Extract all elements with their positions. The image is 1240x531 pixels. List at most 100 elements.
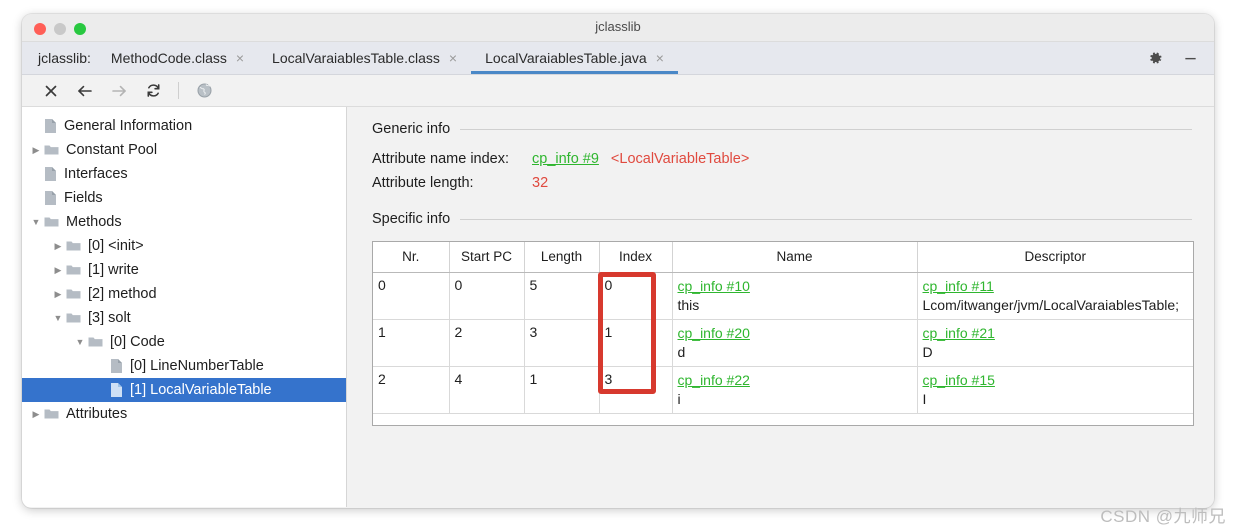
- cell-length: 1: [524, 366, 600, 414]
- gear-icon[interactable]: [1148, 51, 1163, 66]
- column-header-index[interactable]: Index: [599, 242, 673, 273]
- tree-item-interfaces[interactable]: Interfaces: [22, 162, 346, 186]
- tree-item-1-localvariabletable[interactable]: [1] LocalVariableTable: [22, 378, 346, 402]
- chevron-down-icon[interactable]: ▼: [28, 217, 44, 227]
- tree-item-0-init[interactable]: ▶ [0] <init>: [22, 234, 346, 258]
- cell-length: 5: [524, 272, 600, 320]
- cell-descriptor: cp_info #15 I: [917, 366, 1193, 414]
- generic-info-heading: Generic info: [372, 121, 1192, 137]
- cell-descriptor-link[interactable]: cp_info #15: [923, 371, 1190, 390]
- toolbar-divider: [178, 82, 179, 99]
- tree-item-0-code[interactable]: ▼ [0] Code: [22, 330, 346, 354]
- table-row[interactable]: 2 4 1 3 cp_info #22 i cp_info #15 I: [373, 366, 1193, 414]
- chevron-right-icon[interactable]: ▶: [50, 265, 66, 275]
- minimize-icon[interactable]: [1183, 51, 1198, 66]
- tree-item-label: [0] <init>: [88, 238, 144, 254]
- tree-item-constant-pool[interactable]: ▶ Constant Pool: [22, 138, 346, 162]
- chevron-right-icon[interactable]: ▶: [28, 409, 44, 419]
- class-structure-tree[interactable]: General Information ▶ Constant Pool Interfa…: [22, 107, 347, 507]
- local-variable-table: Nr. Start PC Length Index Name Descripto…: [373, 242, 1193, 414]
- cell-descriptor-value: I: [922, 390, 927, 407]
- cell-index: 1: [599, 319, 673, 367]
- tree-item-1-write[interactable]: ▶ [1] write: [22, 258, 346, 282]
- tree-item-label: Constant Pool: [66, 142, 158, 158]
- table-row[interactable]: 0 0 5 0 cp_info #10 this cp_info #11 Lcom/itwan…: [373, 272, 1193, 320]
- close-icon[interactable]: ×: [449, 51, 457, 65]
- navigation-toolbar: [22, 75, 1214, 107]
- local-variable-table-container[interactable]: Nr. Start PC Length Index Name Descripto…: [372, 241, 1194, 426]
- folder-icon: [66, 310, 81, 326]
- heading-rule: [460, 218, 1192, 220]
- cell-name-link[interactable]: cp_info #20: [678, 324, 913, 343]
- reload-icon[interactable]: [138, 78, 168, 104]
- tree-item-2-method[interactable]: ▶ [2] method: [22, 282, 346, 306]
- cell-name: cp_info #22 i: [672, 366, 918, 414]
- column-header-nr[interactable]: Nr.: [373, 242, 450, 273]
- cell-nr: 2: [373, 366, 450, 414]
- close-icon[interactable]: [36, 78, 66, 104]
- tree-item-3-solt[interactable]: ▼ [3] solt: [22, 306, 346, 330]
- cell-name-value: i: [677, 390, 681, 407]
- app-window: jclasslib jclasslib: MethodCode.class × …: [22, 14, 1214, 508]
- cell-descriptor: cp_info #11 Lcom/itwanger/jvm/LocalVaraia…: [917, 272, 1193, 320]
- column-header-name[interactable]: Name: [672, 242, 918, 273]
- folder-icon: [44, 406, 59, 422]
- table-header-row: Nr. Start PC Length Index Name Descripto…: [373, 242, 1193, 273]
- tab-localvaraiablestable-java[interactable]: LocalVaraiablesTable.java ×: [471, 42, 678, 74]
- cell-descriptor-value: D: [922, 343, 933, 360]
- attribute-name-index-annotation: <LocalVariableTable>: [610, 151, 750, 167]
- tree-item-fields[interactable]: Fields: [22, 186, 346, 210]
- cell-name-value: d: [677, 343, 686, 360]
- file-icon: [44, 166, 57, 182]
- attribute-name-index-row: Attribute name index: cp_info #9 <LocalV…: [372, 151, 1192, 175]
- cell-nr: 0: [373, 272, 450, 320]
- table-body: 0 0 5 0 cp_info #10 this cp_info #11 Lcom/itwan…: [373, 272, 1193, 414]
- cell-nr: 1: [373, 319, 450, 367]
- chevron-right-icon[interactable]: ▶: [50, 241, 66, 251]
- tree-item-attributes[interactable]: ▶ Attributes: [22, 402, 346, 426]
- chevron-right-icon[interactable]: ▶: [50, 289, 66, 299]
- cell-name-value: this: [677, 296, 700, 313]
- chevron-right-icon[interactable]: ▶: [28, 145, 44, 155]
- column-header-descriptor[interactable]: Descriptor: [917, 242, 1193, 273]
- forward-arrow-icon[interactable]: [104, 78, 134, 104]
- attribute-length-row: Attribute length: 32: [372, 175, 1192, 199]
- tree-item-label: [1] LocalVariableTable: [130, 382, 272, 398]
- cell-descriptor-link[interactable]: cp_info #11: [923, 277, 1190, 296]
- chevron-down-icon[interactable]: ▼: [72, 337, 88, 347]
- close-icon[interactable]: ×: [656, 51, 664, 65]
- tree-item-label: [0] LineNumberTable: [130, 358, 264, 374]
- column-header-start-pc[interactable]: Start PC: [449, 242, 525, 273]
- file-icon: [110, 382, 123, 398]
- chevron-down-icon[interactable]: ▼: [50, 313, 66, 323]
- tab-methodcode-class[interactable]: MethodCode.class ×: [97, 42, 258, 74]
- attribute-name-index-link[interactable]: cp_info #9: [532, 151, 599, 167]
- cell-start-pc: 2: [449, 319, 525, 367]
- folder-icon: [44, 214, 59, 230]
- cell-name-link[interactable]: cp_info #10: [678, 277, 913, 296]
- tree-item-methods[interactable]: ▼ Methods: [22, 210, 346, 234]
- tree-item-general-information[interactable]: General Information: [22, 114, 346, 138]
- file-icon: [44, 190, 57, 206]
- folder-icon: [66, 286, 81, 302]
- back-arrow-icon[interactable]: [70, 78, 100, 104]
- attribute-length-value: 32: [532, 175, 549, 191]
- tree-item-0-linenumbertable[interactable]: [0] LineNumberTable: [22, 354, 346, 378]
- cell-index: 3: [599, 366, 673, 414]
- table-row[interactable]: 1 2 3 1 cp_info #20 d cp_info #21 D: [373, 319, 1193, 367]
- browse-globe-icon[interactable]: [189, 78, 219, 104]
- column-header-length[interactable]: Length: [524, 242, 600, 273]
- tab-label: LocalVaraiablesTable.class: [272, 50, 440, 66]
- tree-item-label: [0] Code: [110, 334, 165, 350]
- cell-name-link[interactable]: cp_info #22: [678, 371, 913, 390]
- tab-localvaraiablestable-class[interactable]: LocalVaraiablesTable.class ×: [258, 42, 471, 74]
- watermark-text: CSDN @九师兄: [1100, 507, 1226, 526]
- cell-descriptor-link[interactable]: cp_info #21: [923, 324, 1190, 343]
- cell-name: cp_info #20 d: [672, 319, 918, 367]
- close-icon[interactable]: ×: [236, 51, 244, 65]
- folder-icon: [66, 238, 81, 254]
- specific-info-title: Specific info: [372, 211, 451, 227]
- tree-item-label: [3] solt: [88, 310, 131, 326]
- tree-item-label: [1] write: [88, 262, 139, 278]
- folder-icon: [44, 142, 59, 158]
